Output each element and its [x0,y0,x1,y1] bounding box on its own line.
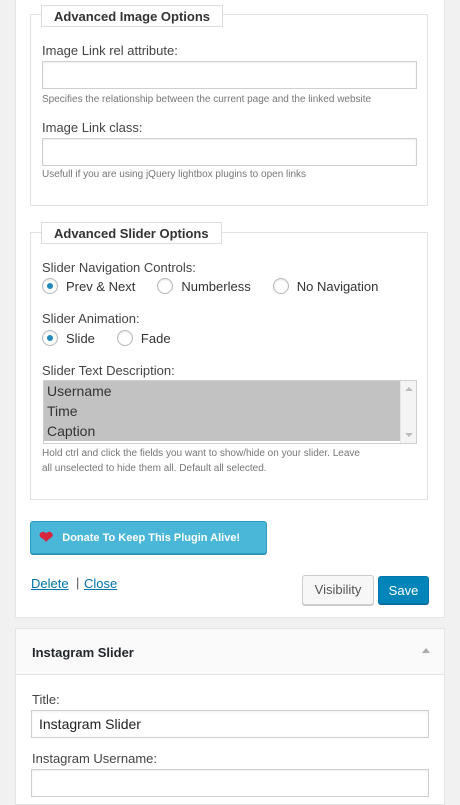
radio-label: No Navigation [296,278,379,294]
rel-attribute-label: Image Link rel attribute: [42,43,178,58]
nav-controls-label: Slider Navigation Controls: [42,260,196,275]
link-class-input[interactable] [42,138,417,166]
radio-button[interactable] [116,330,133,346]
image-options-legend: Advanced Image Options [41,5,224,27]
username-field-label: Instagram Username: [32,751,157,766]
nav-option-prev-next[interactable]: Prev & Next [42,278,135,294]
save-button[interactable]: Save [378,576,429,604]
username-input[interactable] [31,769,429,797]
link-class-label: Image Link class: [42,120,143,135]
title-field-label: Title: [32,692,60,707]
radio-label: Prev & Next [66,278,136,294]
text-description-multiselect[interactable]: Username Time Caption [43,380,417,444]
radio-label: Fade [140,330,171,346]
text-description-hint-line1: Hold ctrl and click the fields you want … [42,448,360,459]
widget-title: Instagram Slider [32,645,134,660]
donate-label: Donate To Keep This Plugin Alive! [62,531,241,544]
rel-attribute-hint: Specifies the relationship between the c… [42,94,372,105]
link-separator: | [76,575,80,590]
radio-button[interactable] [42,330,58,346]
delete-link[interactable]: Delete [31,576,69,591]
radio-label: Numberless [181,278,251,294]
widget-header[interactable]: Instagram Slider [16,629,444,675]
instagram-slider-widget: Instagram Slider Title: Instagram Userna… [15,628,445,805]
donate-button[interactable]: ❤ Donate To Keep This Plugin Alive! [30,521,267,554]
multiselect-option-caption[interactable]: Caption [44,421,400,441]
animation-option-fade[interactable]: Fade [116,330,171,346]
slider-options-legend: Advanced Slider Options [41,222,222,244]
animation-option-slide[interactable]: Slide [42,330,95,346]
nav-option-numberless[interactable]: Numberless [157,278,251,294]
nav-controls-radio-group: Prev & Next Numberless No Navigation [42,278,400,294]
visibility-button[interactable]: Visibility [302,575,374,605]
multiselect-option-time[interactable]: Time [44,401,400,421]
multiselect-option-username[interactable]: Username [44,381,400,401]
nav-option-no-navigation[interactable]: No Navigation [272,278,379,294]
animation-radio-group: Slide Fade [42,330,193,346]
radio-button[interactable] [272,278,289,294]
scroll-up-arrow-icon[interactable] [405,387,413,391]
radio-button[interactable] [157,278,174,294]
title-input[interactable] [31,710,429,738]
radio-button[interactable] [42,278,58,294]
collapse-caret-icon[interactable] [422,648,430,653]
multiselect-scrollbar[interactable] [400,381,416,443]
animation-label: Slider Animation: [42,311,140,326]
rel-attribute-input[interactable] [42,61,417,89]
text-description-hint-line2: all unselected to hide them all. Default… [42,463,267,474]
close-link[interactable]: Close [84,576,117,591]
radio-label: Slide [66,330,95,346]
link-class-hint: Usefull if you are using jQuery lightbox… [42,169,307,180]
scroll-down-arrow-icon[interactable] [405,433,413,437]
text-description-label: Slider Text Description: [42,363,175,378]
heart-icon: ❤ [39,527,54,547]
